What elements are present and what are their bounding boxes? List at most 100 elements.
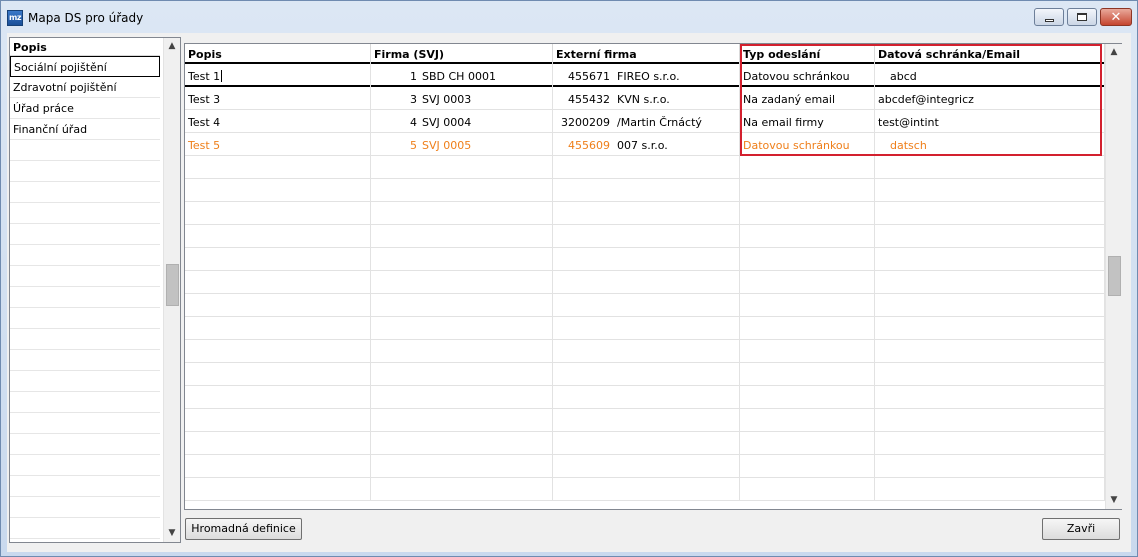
cell-col-firma[interactable]: [371, 317, 553, 340]
cell-col-popis[interactable]: [185, 386, 371, 409]
list-item[interactable]: [10, 266, 160, 287]
cell-col-datova-schranka[interactable]: abcd: [875, 64, 1105, 87]
table-row[interactable]: [185, 317, 1105, 340]
cell-col-externi-firma[interactable]: [553, 202, 740, 225]
cell-col-datova-schranka[interactable]: [875, 248, 1105, 271]
cell-col-typ-odeslani[interactable]: [740, 156, 875, 179]
table-row[interactable]: [185, 455, 1105, 478]
cell-col-typ-odeslani[interactable]: [740, 455, 875, 478]
list-item[interactable]: [10, 476, 160, 497]
table-row[interactable]: [185, 432, 1105, 455]
cell-col-popis[interactable]: Test 5: [185, 133, 371, 156]
cell-col-typ-odeslani[interactable]: [740, 179, 875, 202]
cell-col-popis[interactable]: [185, 294, 371, 317]
cell-col-firma[interactable]: [371, 271, 553, 294]
scroll-down-icon[interactable]: ▼: [1106, 492, 1122, 509]
cell-col-typ-odeslani[interactable]: [740, 248, 875, 271]
cell-col-datova-schranka[interactable]: [875, 409, 1105, 432]
cell-col-popis[interactable]: Test 3: [185, 87, 371, 110]
cell-col-firma[interactable]: 1 SBD CH 0001: [371, 64, 553, 87]
cell-col-firma[interactable]: [371, 340, 553, 363]
cell-col-popis[interactable]: Test 4: [185, 110, 371, 133]
cell-col-popis[interactable]: [185, 317, 371, 340]
cell-col-typ-odeslani[interactable]: [740, 478, 875, 501]
cell-col-typ-odeslani[interactable]: [740, 225, 875, 248]
cell-col-externi-firma[interactable]: [553, 179, 740, 202]
cell-col-firma[interactable]: [371, 409, 553, 432]
cell-col-datova-schranka[interactable]: [875, 202, 1105, 225]
cell-col-typ-odeslani[interactable]: Na zadaný email: [740, 87, 875, 110]
header-col-datova-schranka[interactable]: Datová schránka/Email: [875, 44, 1105, 64]
table-row[interactable]: [185, 202, 1105, 225]
cell-col-typ-odeslani[interactable]: [740, 363, 875, 386]
list-item[interactable]: Úřad práce: [10, 98, 160, 119]
cell-col-firma[interactable]: [371, 179, 553, 202]
cell-col-externi-firma[interactable]: [553, 317, 740, 340]
list-item[interactable]: [10, 518, 160, 539]
cell-col-externi-firma[interactable]: 455609 007 s.r.o.: [553, 133, 740, 156]
list-item[interactable]: [10, 287, 160, 308]
list-item[interactable]: [10, 455, 160, 476]
table-row[interactable]: Test 5 5 SVJ 0005 455609 007 s.r.o. Datovou s…: [185, 133, 1105, 156]
cell-col-externi-firma[interactable]: [553, 455, 740, 478]
scroll-down-icon[interactable]: ▼: [164, 525, 180, 542]
cell-col-externi-firma[interactable]: [553, 225, 740, 248]
cell-col-popis[interactable]: [185, 478, 371, 501]
cell-col-datova-schranka[interactable]: [875, 294, 1105, 317]
cell-col-firma[interactable]: [371, 202, 553, 225]
cell-col-firma[interactable]: [371, 478, 553, 501]
cell-col-firma[interactable]: [371, 386, 553, 409]
cell-col-popis[interactable]: [185, 202, 371, 225]
cell-col-popis[interactable]: [185, 156, 371, 179]
list-item[interactable]: Sociální pojištění: [10, 56, 160, 77]
cell-col-popis[interactable]: [185, 179, 371, 202]
list-item[interactable]: [10, 182, 160, 203]
cell-col-datova-schranka[interactable]: [875, 363, 1105, 386]
list-item[interactable]: [10, 161, 160, 182]
cell-col-popis[interactable]: [185, 432, 371, 455]
cell-col-typ-odeslani[interactable]: [740, 271, 875, 294]
table-row[interactable]: [185, 225, 1105, 248]
cell-col-datova-schranka[interactable]: [875, 179, 1105, 202]
table-row[interactable]: [185, 409, 1105, 432]
cell-col-externi-firma[interactable]: [553, 156, 740, 179]
table-row[interactable]: [185, 179, 1105, 202]
cell-col-firma[interactable]: [371, 156, 553, 179]
cell-col-typ-odeslani[interactable]: [740, 317, 875, 340]
cell-col-firma[interactable]: [371, 455, 553, 478]
title-bar[interactable]: mz Mapa DS pro úřady ✕: [1, 1, 1137, 33]
cell-col-externi-firma[interactable]: [553, 386, 740, 409]
cell-col-datova-schranka[interactable]: [875, 225, 1105, 248]
header-col-popis[interactable]: Popis: [185, 44, 371, 64]
list-item[interactable]: [10, 224, 160, 245]
cell-col-typ-odeslani[interactable]: [740, 202, 875, 225]
cell-col-datova-schranka[interactable]: [875, 455, 1105, 478]
header-col-externi-firma[interactable]: Externí firma: [553, 44, 740, 64]
cell-col-popis[interactable]: [185, 225, 371, 248]
cell-col-datova-schranka[interactable]: [875, 386, 1105, 409]
list-item[interactable]: Finanční úřad: [10, 119, 160, 140]
cell-col-popis[interactable]: [185, 409, 371, 432]
cell-col-datova-schranka[interactable]: [875, 478, 1105, 501]
cell-col-firma[interactable]: [371, 432, 553, 455]
cell-col-popis[interactable]: Test 1: [185, 64, 371, 87]
cell-col-typ-odeslani[interactable]: [740, 409, 875, 432]
header-col-firma[interactable]: Firma (SVJ): [371, 44, 553, 64]
table-row[interactable]: [185, 294, 1105, 317]
table-row[interactable]: [185, 340, 1105, 363]
table-row[interactable]: [185, 363, 1105, 386]
cell-col-typ-odeslani[interactable]: [740, 340, 875, 363]
cell-col-datova-schranka[interactable]: [875, 317, 1105, 340]
close-button[interactable]: Zavři: [1042, 518, 1120, 540]
cell-col-externi-firma[interactable]: [553, 432, 740, 455]
cell-col-typ-odeslani[interactable]: Datovou schránkou: [740, 64, 875, 87]
table-row[interactable]: [185, 271, 1105, 294]
header-col-typ-odeslani[interactable]: Typ odeslání: [740, 44, 875, 64]
list-item[interactable]: [10, 329, 160, 350]
minimize-button[interactable]: [1034, 8, 1064, 26]
cell-col-popis[interactable]: [185, 455, 371, 478]
scroll-thumb[interactable]: [166, 264, 179, 306]
cell-col-firma[interactable]: [371, 294, 553, 317]
cell-col-externi-firma[interactable]: [553, 478, 740, 501]
cell-col-typ-odeslani[interactable]: [740, 294, 875, 317]
